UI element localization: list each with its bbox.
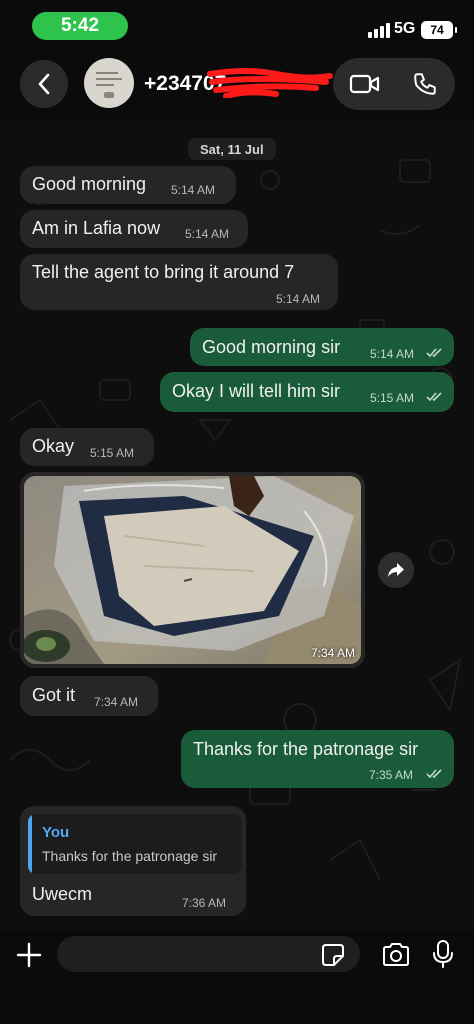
message-time: 7:35 AM	[369, 768, 414, 782]
message-text: Tell the agent to bring it around 7	[32, 262, 295, 282]
reply-accent-bar	[28, 814, 32, 874]
message-bubble-incoming[interactable]: You Thanks for the patronage sir Uwecm 7…	[20, 806, 246, 916]
reply-text: Thanks for the patronage sir	[42, 848, 218, 864]
reply-author: You	[42, 824, 70, 841]
message-bubble-incoming[interactable]: Tell the agent to bring it around 7 5:14…	[20, 254, 338, 310]
plus-icon	[16, 942, 42, 968]
photo-thumbnail[interactable]	[24, 476, 361, 664]
message-bubble-incoming[interactable]: Got it 7:34 AM	[20, 676, 158, 716]
double-check-icon	[426, 392, 442, 402]
message-text: Good morning	[32, 174, 147, 194]
message-bubble-incoming[interactable]: Okay 5:15 AM	[20, 428, 154, 466]
chevron-left-icon	[38, 73, 50, 95]
message-time: 7:36 AM	[182, 896, 227, 910]
call-actions	[333, 58, 455, 110]
forward-button[interactable]	[378, 552, 414, 588]
message-list[interactable]: Sat, 11 Jul Good morning 5:14 AM Am in L…	[0, 120, 474, 930]
message-time: 5:15 AM	[370, 391, 415, 405]
video-camera-icon	[349, 74, 380, 94]
image-message[interactable]: 7:34 AM	[20, 472, 365, 668]
message-composer	[0, 930, 474, 1024]
message-text: Thanks for the patronage sir	[193, 739, 419, 759]
back-button[interactable]	[20, 60, 68, 108]
signal-strength-icon	[368, 22, 390, 38]
attach-button[interactable]	[14, 940, 44, 970]
redaction-scribble	[207, 68, 333, 98]
message-bubble-incoming[interactable]: Good morning 5:14 AM	[20, 166, 236, 204]
message-text: Got it	[32, 685, 76, 705]
chat-header: +234707	[0, 52, 474, 116]
sticker-icon	[322, 944, 344, 966]
message-bubble-outgoing[interactable]: Good morning sir 5:14 AM	[190, 328, 454, 366]
message-input[interactable]	[57, 936, 360, 972]
contact-avatar[interactable]	[84, 58, 134, 108]
message-text: Uwecm	[32, 884, 93, 904]
video-call-button[interactable]	[335, 58, 395, 110]
microphone-icon	[433, 940, 453, 968]
double-check-icon	[426, 348, 442, 358]
message-bubble-outgoing[interactable]: Thanks for the patronage sir 7:35 AM	[181, 730, 454, 788]
double-check-icon	[426, 769, 442, 779]
sticker-button[interactable]	[320, 942, 346, 968]
battery-icon: 74	[421, 21, 457, 39]
message-time: 5:15 AM	[90, 446, 135, 460]
voice-message-button[interactable]	[430, 938, 456, 970]
message-time: 7:34 AM	[310, 646, 355, 660]
forward-arrow-icon	[388, 563, 404, 577]
message-time: 5:14 AM	[185, 227, 230, 241]
quoted-reply[interactable]: You Thanks for the patronage sir	[28, 814, 242, 874]
phone-icon	[414, 73, 436, 95]
network-type: 5G	[394, 20, 416, 37]
message-text: Okay	[32, 436, 75, 456]
message-text: Good morning sir	[202, 337, 341, 357]
message-time: 5:14 AM	[370, 347, 415, 361]
message-bubble-outgoing[interactable]: Okay I will tell him sir 5:15 AM	[160, 372, 454, 412]
date-separator: Sat, 11 Jul	[188, 138, 276, 160]
camera-button[interactable]	[380, 940, 412, 970]
battery-level: 74	[430, 23, 444, 37]
photo-package-image	[24, 476, 361, 664]
message-time: 7:34 AM	[94, 695, 139, 709]
status-bar: 5:42 5G 74	[0, 0, 474, 52]
message-text: Okay I will tell him sir	[172, 381, 341, 401]
message-text: Am in Lafia now	[32, 218, 161, 238]
message-time: 5:14 AM	[171, 183, 216, 197]
message-bubble-incoming[interactable]: Am in Lafia now 5:14 AM	[20, 210, 248, 248]
message-time: 5:14 AM	[276, 292, 321, 306]
voice-call-button[interactable]	[395, 58, 455, 110]
camera-icon	[383, 943, 409, 966]
status-time[interactable]: 5:42	[32, 12, 128, 40]
